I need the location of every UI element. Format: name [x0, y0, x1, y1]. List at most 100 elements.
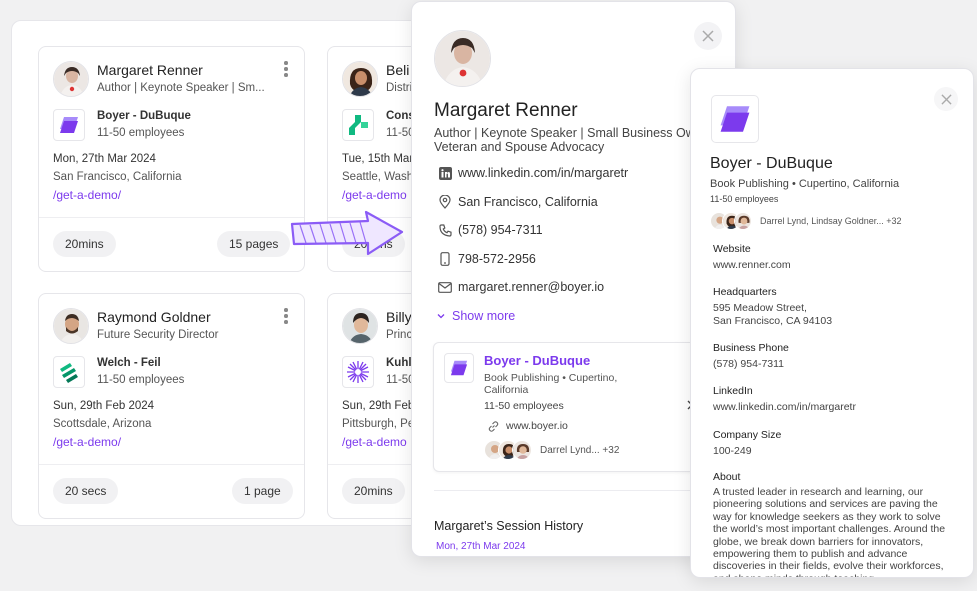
linkedin-label: LinkedIn — [713, 385, 753, 397]
about-label: About — [713, 471, 741, 483]
duration-pill: 20mins — [342, 478, 405, 504]
business-phone-label: Business Phone — [713, 342, 789, 354]
profile-title: Author | Keynote Speaker | Small Busines… — [434, 126, 702, 154]
company-website-text: www.boyer.io — [506, 420, 568, 432]
headquarters-line1: 595 Meadow Street, — [713, 302, 807, 314]
boyer-logo-icon — [711, 95, 759, 143]
location-pin-icon — [438, 195, 452, 209]
card-link[interactable]: /get-a-demo — [342, 435, 407, 449]
card-name: Raymond Goldner — [97, 309, 211, 325]
card-link[interactable]: /get-a-demo/ — [53, 435, 121, 449]
card-name: Beli — [386, 62, 410, 78]
company-size: 11-50 employees — [484, 400, 564, 412]
avatar — [53, 308, 89, 344]
more-options-icon[interactable] — [282, 61, 290, 79]
avatar — [342, 61, 378, 97]
card-name: Billy — [386, 309, 412, 325]
duration-pill: 20 secs — [53, 478, 119, 504]
company-name[interactable]: Boyer - DuBuque — [484, 353, 590, 368]
more-options-icon[interactable] — [282, 308, 290, 326]
avatar — [342, 308, 378, 344]
company-people-text: Darrel Lynd, Lindsay Goldner... +32 — [760, 216, 902, 226]
card-location: San Francisco, California — [53, 171, 182, 183]
phone-icon — [438, 223, 452, 237]
card-title: Author | Keynote Speaker | Sm... — [97, 82, 265, 94]
business-phone-value[interactable]: (578) 954-7311 — [713, 358, 784, 371]
welch-logo-icon — [53, 356, 85, 388]
card-title: Future Security Director — [97, 329, 219, 341]
card-location: Pittsburgh, Pen — [342, 418, 421, 430]
email-row[interactable]: margaret.renner@boyer.io — [438, 280, 604, 294]
card-link[interactable]: /get-a-demo — [342, 188, 407, 202]
card-company-size: 11-50 employees — [97, 127, 185, 139]
card-company: Boyer - DuBuque — [97, 110, 191, 122]
headquarters-label: Headquarters — [713, 286, 777, 298]
link-icon — [488, 420, 499, 432]
card-date: Tue, 15th Mar — [342, 153, 414, 165]
avatar — [434, 30, 491, 87]
company-people: Darrel Lynd, Lindsay Goldner... +32 — [710, 212, 902, 230]
show-more-label: Show more — [452, 309, 516, 323]
avatar — [734, 212, 752, 230]
card-date: Sun, 29th Feb 2024 — [53, 400, 155, 412]
company-card[interactable]: Boyer - DuBuque Book Publishing • Cupert… — [433, 342, 733, 472]
session-card[interactable]: Margaret Renner Author | Keynote Speaker… — [38, 46, 305, 272]
arrow-right-icon — [290, 210, 404, 256]
card-company: Welch - Feil — [97, 357, 161, 369]
linkedin-url: www.linkedin.com/in/margaretr — [458, 166, 629, 180]
mobile-phone-icon — [438, 252, 452, 266]
close-icon — [940, 93, 952, 105]
website-value[interactable]: www.renner.com — [713, 259, 791, 272]
linkedin-row[interactable]: www.linkedin.com/in/margaretr — [438, 166, 628, 180]
contact-profile-panel: Margaret Renner Author | Keynote Speaker… — [411, 1, 736, 557]
company-name: Boyer - DuBuque — [710, 155, 833, 172]
company-website[interactable]: www.boyer.io — [488, 420, 568, 432]
close-button[interactable] — [934, 87, 958, 111]
avatar — [53, 61, 89, 97]
divider — [39, 217, 304, 218]
card-company-size: 11-50 employees — [97, 374, 185, 386]
boyer-logo-icon — [444, 353, 474, 383]
session-card[interactable]: Raymond Goldner Future Security Director… — [38, 293, 305, 519]
card-date: Sun, 29th Feb — [342, 400, 415, 412]
green-cross-logo-icon — [342, 109, 374, 141]
email-icon — [438, 280, 452, 294]
location-text: San Francisco, California — [458, 195, 598, 209]
phone-row[interactable]: (578) 954-7311 — [438, 223, 543, 237]
card-date: Mon, 27th Mar 2024 — [53, 153, 156, 165]
pages-pill: 15 pages — [217, 231, 291, 257]
company-size-label: Company Size — [713, 429, 782, 441]
show-more-link[interactable]: Show more — [436, 309, 515, 323]
phone-text: (578) 954-7311 — [458, 223, 543, 237]
close-icon — [702, 30, 714, 42]
linkedin-icon — [438, 166, 452, 180]
divider — [39, 464, 304, 465]
pages-pill: 1 page — [232, 478, 293, 504]
company-industry: Book Publishing • Cupertino, California — [484, 372, 618, 396]
company-industry: Book Publishing • Cupertino, California — [710, 178, 900, 190]
linkedin-value[interactable]: www.linkedin.com/in/margaretr — [713, 401, 856, 414]
about-text: A trusted leader in research and learnin… — [713, 486, 946, 577]
session-history-date[interactable]: Mon, 27th Mar 2024 — [436, 541, 526, 552]
location-row: San Francisco, California — [438, 195, 598, 209]
company-employees: 11-50 employees — [710, 194, 779, 204]
card-company: Kuhl — [386, 357, 412, 369]
mobile-row[interactable]: 798-572-2956 — [438, 252, 536, 266]
starburst-logo-icon — [342, 356, 374, 388]
session-history-title: Margaret’s Session History — [434, 519, 584, 533]
card-name: Margaret Renner — [97, 62, 203, 78]
company-details-panel: Boyer - DuBuque Book Publishing • Cupert… — [690, 68, 974, 578]
profile-name: Margaret Renner — [434, 100, 578, 121]
card-location: Seattle, Wash — [342, 171, 414, 183]
chevron-down-icon — [437, 314, 445, 319]
close-button[interactable] — [694, 22, 722, 50]
company-people-text: Darrel Lynd... +32 — [540, 444, 620, 456]
boyer-logo-icon — [53, 109, 85, 141]
headquarters-line2: San Francisco, CA 94103 — [713, 315, 833, 327]
sessions-panel: Margaret Renner Author | Keynote Speaker… — [11, 20, 594, 526]
card-link[interactable]: /get-a-demo/ — [53, 188, 121, 202]
website-label: Website — [713, 243, 751, 255]
company-size-value: 100-249 — [713, 445, 752, 457]
email-text: margaret.renner@boyer.io — [458, 280, 605, 294]
duration-pill: 20mins — [53, 231, 116, 257]
